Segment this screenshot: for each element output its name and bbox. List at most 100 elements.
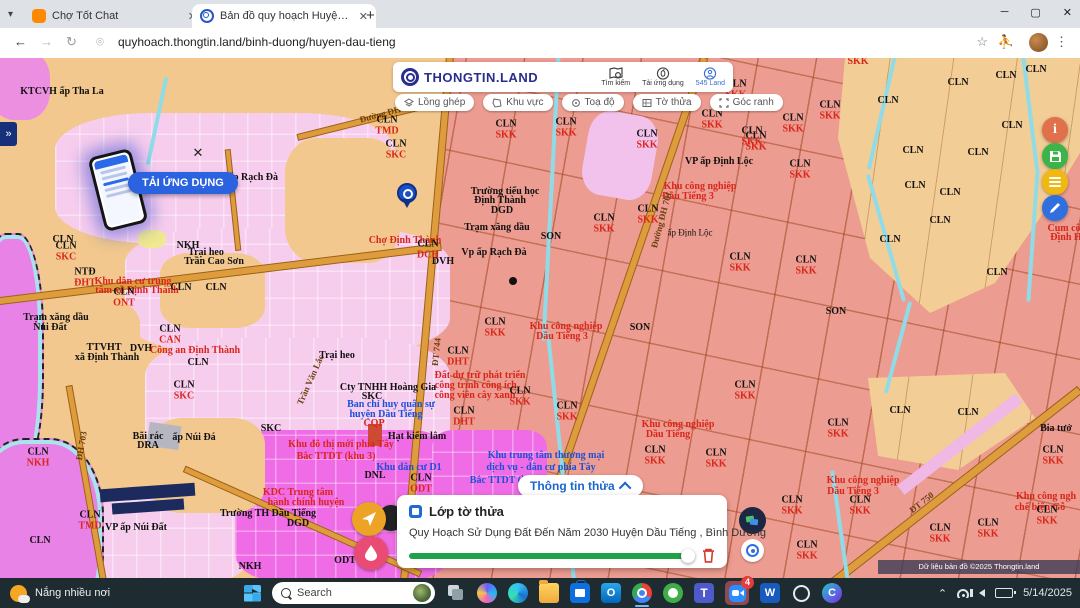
map-label: VP ấp Núi Đất: [105, 523, 167, 534]
target-icon: [571, 98, 581, 108]
map-label: dịch vụ - dân cư phía Tây: [486, 463, 595, 474]
file-explorer-icon[interactable]: [539, 583, 559, 603]
sidebar-expand-button[interactable]: »: [0, 122, 17, 146]
map-label: CLNNKH: [27, 448, 50, 469]
region-label: Khu vực: [506, 97, 543, 108]
map-label: CLNTMD: [78, 511, 101, 532]
search-button[interactable]: Tìm kiếm: [601, 67, 630, 87]
parcel-info-toggle[interactable]: Thông tin thửa: [518, 475, 643, 497]
map-label: Bắc TTDT (khu 3): [297, 452, 376, 463]
edit-fab[interactable]: [1042, 195, 1068, 221]
brand-logo-icon: [401, 68, 419, 86]
map-label: NTĐĐHT: [74, 268, 96, 289]
taskbar: Nắng nhiều nơi Search O T 4 W C: [0, 578, 1080, 608]
window-maximize-button[interactable]: ▢: [1030, 6, 1040, 19]
compass-button[interactable]: [741, 539, 764, 562]
layer-checkbox[interactable]: [409, 505, 422, 518]
map-toolbar: Lồng ghép Khu vực Toạ độ Tờ thửa Góc ran…: [395, 94, 783, 111]
parcel-sheet-button[interactable]: Tờ thửa: [633, 94, 701, 111]
chatgpt-icon[interactable]: [791, 583, 811, 603]
tray-expand-icon[interactable]: ⌃: [938, 587, 947, 600]
tray-date[interactable]: 5/14/2025: [1023, 587, 1072, 599]
map-label: CLNSKK: [1036, 506, 1057, 527]
map-label: CLNSKK: [929, 524, 950, 545]
boundary-corner-button[interactable]: Góc ranh: [710, 94, 783, 111]
microsoft-store-icon[interactable]: [570, 583, 590, 603]
ad-close-icon[interactable]: ✕: [190, 145, 206, 161]
apple-icon: [656, 67, 670, 80]
map-label: CLN: [170, 283, 191, 294]
chatgpt-glyph: [793, 585, 810, 602]
url-text[interactable]: quyhoach.thongtin.land/binh-duong/huyen-…: [118, 35, 396, 49]
weather-text: Nắng nhiều nơi: [35, 587, 110, 599]
overlay-button[interactable]: Lồng ghép: [395, 94, 474, 111]
tab-search-chevron-icon[interactable]: ▾: [8, 9, 13, 20]
trash-icon[interactable]: [702, 548, 715, 563]
volume-icon[interactable]: [979, 589, 985, 597]
back-icon[interactable]: ←: [14, 34, 27, 49]
map-label: ODT: [334, 556, 356, 567]
region-button[interactable]: Khu vực: [483, 94, 552, 111]
wifi-icon[interactable]: [957, 589, 969, 598]
tab-quy-hoach-active[interactable]: Bản đồ quy hoạch Huyện Dầu T ✕: [192, 4, 376, 28]
outlook-icon[interactable]: O: [601, 583, 621, 603]
chrome-icon[interactable]: [632, 583, 652, 603]
copilot-icon[interactable]: [477, 583, 497, 603]
forward-icon[interactable]: →: [40, 34, 53, 49]
map-label: CLN: [995, 71, 1016, 82]
word-icon[interactable]: W: [760, 583, 780, 603]
task-view-button[interactable]: [446, 583, 466, 603]
map-label: CLN: [957, 408, 978, 419]
download-app-button[interactable]: Tải ứng dụng: [642, 67, 684, 87]
map-label: CLN: [889, 406, 910, 417]
globe-layers-icon: [745, 515, 760, 527]
map-label: CLNDHT: [453, 407, 475, 428]
taskbar-search[interactable]: Search: [272, 582, 435, 604]
teams-icon[interactable]: T: [694, 583, 714, 603]
compass-icon: [746, 544, 759, 557]
canva-icon[interactable]: C: [822, 583, 842, 603]
tab-cho-tot-chat[interactable]: Chợ Tốt Chat ✕: [24, 4, 205, 28]
site-info-icon[interactable]: ⌾: [96, 34, 104, 50]
map-label: Trần Văn Lắc: [296, 354, 326, 407]
map-label: CLN: [947, 78, 968, 89]
edge-icon[interactable]: [508, 583, 528, 603]
map-label: CLNSKK: [734, 381, 755, 402]
list-fab[interactable]: [1042, 169, 1068, 195]
start-button[interactable]: [244, 585, 261, 602]
new-tab-button[interactable]: +: [366, 7, 375, 24]
window-icon: [452, 589, 463, 600]
bookmark-star-icon[interactable]: ☆: [976, 34, 988, 50]
parcel-sheet-label: Tờ thửa: [656, 97, 692, 108]
map-label: CLN: [205, 283, 226, 294]
map-label: Khu đô thị mới phía Tây: [288, 440, 394, 451]
coccoc-icon[interactable]: [663, 583, 683, 603]
site-header: THONGTIN.LAND Tìm kiếm Tải ứng dụng 545 …: [393, 62, 733, 92]
thongtin-favicon: [200, 9, 214, 23]
map-label: CLNSKC: [173, 381, 194, 402]
save-fab[interactable]: [1042, 143, 1068, 169]
refresh-icon[interactable]: ↻: [66, 34, 77, 50]
map-label: CLN: [879, 235, 900, 246]
map-label: CQP: [363, 419, 384, 430]
browser-avatar[interactable]: [1029, 33, 1048, 52]
window-minimize-button[interactable]: ─: [1001, 6, 1009, 19]
account-button[interactable]: 545 Land: [696, 67, 725, 87]
coordinates-button[interactable]: Toạ độ: [562, 94, 624, 111]
drop-marker[interactable]: [354, 536, 388, 570]
battery-icon[interactable]: [995, 588, 1013, 598]
info-fab[interactable]: i: [1042, 117, 1068, 143]
profile-icon[interactable]: ⛹: [998, 34, 1014, 50]
window-close-button[interactable]: ✕: [1063, 6, 1072, 19]
brand[interactable]: THONGTIN.LAND: [401, 68, 589, 86]
download-app-cta-button[interactable]: TẢI ỨNG DỤNG: [128, 172, 238, 194]
navigate-marker[interactable]: [352, 502, 386, 536]
slider-thumb[interactable]: [681, 549, 695, 563]
map-pin-icon[interactable]: [397, 183, 417, 203]
taskbar-weather-widget[interactable]: Nắng nhiều nơi: [10, 585, 110, 602]
opacity-slider[interactable]: [409, 553, 693, 559]
map-label: ĐT 744: [431, 338, 443, 367]
browser-menu-icon[interactable]: ⋮: [1055, 34, 1068, 50]
map-label: CLNSKK: [636, 130, 657, 151]
zoom-app-icon[interactable]: 4: [725, 581, 749, 605]
